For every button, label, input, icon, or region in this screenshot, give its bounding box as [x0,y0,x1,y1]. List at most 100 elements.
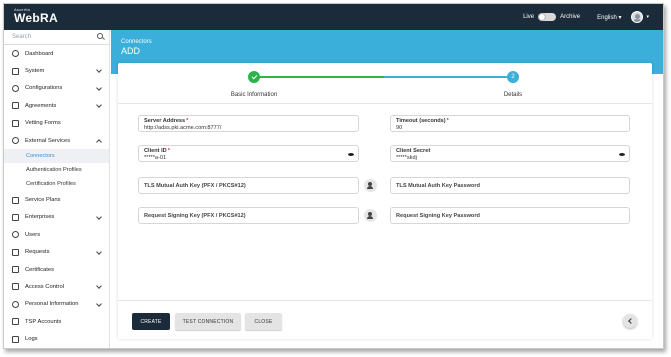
sidebar-item-enterprises[interactable]: Enterprises [4,209,109,226]
gear-icon [12,84,19,92]
certificate-icon [12,266,19,274]
sidebar-item-personal-information[interactable]: Personal Information [4,296,109,313]
timeout-label: Timeout (seconds)* [396,118,449,124]
sidebar: Search Dashboard System Configurations A… [4,30,110,348]
sidebar-item-dashboard[interactable]: Dashboard [4,45,109,62]
close-button[interactable]: CLOSE [245,313,282,330]
client-secret-label: Client Secret [396,148,431,154]
brand-tagline: Ascertia [14,7,31,12]
archive-label: Archive [560,14,581,20]
sidebar-subitem-connectors[interactable]: Connectors [4,149,109,164]
step-1-label: Basic Information [230,92,278,98]
signing-password-label: Request Signing Key Password [396,213,480,219]
client-id-label: Client ID* [144,148,170,154]
sidebar-item-requests[interactable]: Requests [4,244,109,261]
sidebar-item-label: TSP Accounts [25,318,62,325]
upload-tls-key-icon[interactable] [364,179,377,192]
chevron-down-icon [96,300,102,307]
tls-key-field[interactable]: TLS Mutual Auth Key (PFX / PKCS#12) [138,177,359,194]
client-id-label-text: Client ID [144,148,167,154]
person-icon [12,300,19,308]
step-1-complete[interactable] [248,71,260,83]
sidebar-subitem-authentication-profiles[interactable]: Authentication Profiles [4,163,109,177]
account-icon [12,318,19,326]
timeout-field[interactable]: Timeout (seconds)* 90 [390,115,630,132]
signing-password-field[interactable]: Request Signing Key Password [390,207,630,224]
sidebar-item-vetting-forms[interactable]: Vetting Forms [4,115,109,132]
logs-icon [12,335,19,343]
building-icon [12,213,19,221]
sidebar-item-certificates[interactable]: Certificates [4,261,109,278]
chevron-up-icon [96,139,102,145]
sidebar-item-system[interactable]: System [4,62,109,79]
sidebar-item-label: Requests [25,249,50,256]
chevron-left-icon[interactable] [623,314,637,328]
top-bar: Ascertia WebRA Live Archive English ▾ ▾ [4,4,663,30]
form-footer: CREATE TEST CONNECTION CLOSE [118,300,652,339]
test-connection-button[interactable]: TEST CONNECTION [175,313,241,330]
server-address-input[interactable]: http://adss.pki.acme.com:8777/ [144,125,221,131]
client-secret-input[interactable]: *****skdj [396,155,417,161]
client-id-input[interactable]: *****a-01 [144,155,166,161]
toggle-knob [539,14,546,20]
top-right-controls: Live Archive English ▾ ▾ [523,4,649,30]
language-selector[interactable]: English ▾ [597,14,621,21]
tls-password-label: TLS Mutual Auth Key Password [396,183,481,189]
upload-signing-key-icon[interactable] [364,209,377,222]
sidebar-item-label: Logs [25,336,38,343]
live-archive-toggle[interactable] [538,13,557,21]
request-icon [12,248,19,256]
required-mark: * [446,118,449,124]
step-line-active [384,76,513,78]
sidebar-item-label: Users [25,231,41,238]
sidebar-item-label: Agreements [25,102,57,109]
required-mark: * [186,118,189,124]
breadcrumb[interactable]: Connectors [121,39,152,45]
sidebar-item-agreements[interactable]: Agreements [4,97,109,114]
user-icon [12,231,19,239]
chevron-down-icon[interactable]: ▾ [646,14,649,20]
tls-password-field[interactable]: TLS Mutual Auth Key Password [390,177,630,194]
stepper: 2 Basic Information Details [118,63,652,104]
sidebar-item-label: Configurations [25,85,63,92]
chevron-down-icon [96,283,102,290]
sidebar-item-service-plans[interactable]: Service Plans [4,191,109,208]
sidebar-subitem-certification-profiles[interactable]: Certification Profiles [4,177,109,191]
plan-icon [12,196,19,204]
sidebar-item-label: Vetting Forms [25,120,61,127]
eye-icon[interactable] [348,153,354,156]
form-icon [12,119,19,127]
sidebar-item-label: Enterprises [25,214,55,221]
sidebar-search[interactable]: Search [4,30,109,45]
page-title: ADD [121,46,141,56]
search-icon[interactable] [97,33,103,39]
step-2-active[interactable]: 2 [507,71,519,83]
timeout-input[interactable]: 90 [396,125,402,131]
link-icon [12,137,19,145]
sidebar-item-label: Dashboard [25,50,54,57]
client-secret-field[interactable]: Client Secret *****skdj [390,145,630,162]
sidebar-item-configurations[interactable]: Configurations [4,80,109,97]
live-label: Live [523,14,535,20]
brand-name: WebRA [14,11,58,25]
sidebar-item-external-services[interactable]: External Services [4,132,109,149]
sidebar-item-label: Certificates [25,266,54,273]
eye-icon[interactable] [619,153,625,156]
timeout-label-text: Timeout (seconds) [396,118,446,124]
handshake-icon [12,102,19,110]
tls-key-label: TLS Mutual Auth Key (PFX / PKCS#12) [144,183,246,189]
create-button[interactable]: CREATE [132,313,170,330]
chevron-down-icon [96,102,102,109]
server-address-label: Server Address* [144,118,188,124]
sidebar-item-users[interactable]: Users [4,226,109,243]
sidebar-item-access-control[interactable]: Access Control [4,278,109,295]
sidebar-item-tsp-accounts[interactable]: TSP Accounts [4,313,109,330]
client-id-field[interactable]: Client ID* *****a-01 [138,145,359,162]
search-input[interactable]: Search [12,34,31,40]
sidebar-item-logs[interactable]: Logs [4,330,109,347]
sidebar-item-label: External Services [25,137,71,144]
avatar[interactable] [631,11,644,23]
server-address-field[interactable]: Server Address* http://adss.pki.acme.com… [138,115,359,132]
lock-icon [12,283,19,291]
signing-key-field[interactable]: Request Signing Key (PFX / PKCS#12) [138,207,359,224]
